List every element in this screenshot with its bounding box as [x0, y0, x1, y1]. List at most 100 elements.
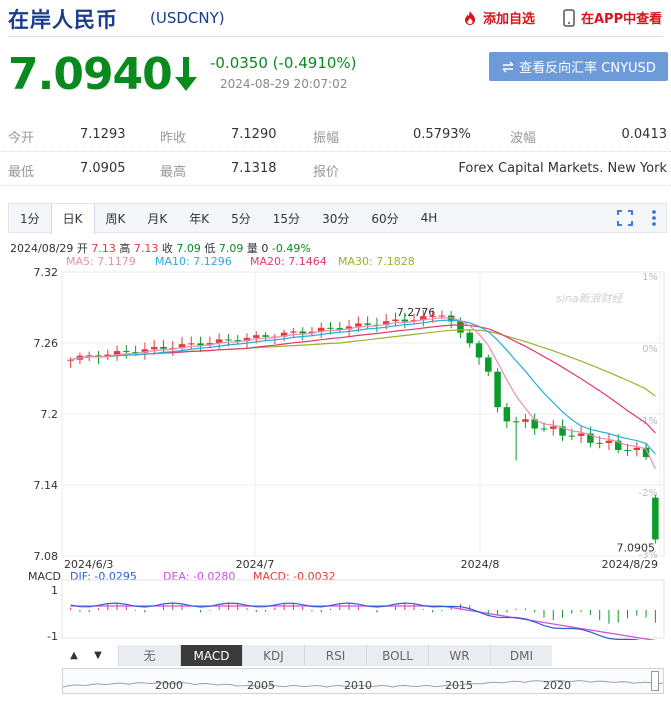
indicator-kdj[interactable]: KDJ [242, 645, 304, 666]
x-tick-label: 2024/6/3 [64, 558, 113, 571]
quote-time: 2024-08-29 20:07:02 [220, 77, 348, 91]
range-navigator[interactable]: 2000 2005 2010 2015 2020 [62, 668, 664, 694]
x-tick-label: 2024/7 [236, 558, 275, 571]
tab-weekly[interactable]: 周K [95, 204, 137, 233]
indicator-rsi[interactable]: RSI [304, 645, 366, 666]
sina-watermark: sina新浪财经 [556, 292, 623, 305]
candle-body [652, 497, 659, 540]
header-divider [8, 36, 663, 37]
candle-body [550, 426, 557, 429]
indicator-macd[interactable]: MACD [180, 645, 242, 666]
open-app-label: 在APP中查看 [581, 12, 663, 27]
stat-label-quote-source: 报价 [313, 165, 340, 180]
overview-year: 2000 [155, 679, 183, 692]
ma30-line [70, 329, 656, 397]
candle-body [438, 315, 446, 317]
scroll-up-button[interactable]: ▲ [62, 645, 86, 666]
open-label: 开 [76, 242, 88, 255]
low-value: 7.09 [218, 242, 244, 255]
tab-monthly[interactable]: 月K [136, 204, 178, 233]
header: 在岸人民币 (USDCNY) 添加自选 在APP中查看 [0, 0, 671, 36]
candle-body [512, 421, 520, 423]
macd-tick-label: 1 [51, 584, 58, 597]
candle-body [485, 357, 492, 372]
high-marker-label: 7.2776 [397, 306, 436, 319]
period-tabs: 1分 日K 周K 月K 年K 5分 15分 30分 60分 4H [8, 203, 667, 234]
indicator-dmi[interactable]: DMI [490, 645, 552, 666]
candle-body [364, 323, 371, 325]
indicator-boll[interactable]: BOLL [366, 645, 428, 666]
candle-body [466, 332, 473, 344]
candle-body [624, 449, 631, 451]
stat-value-open: 7.1293 [80, 127, 126, 142]
y-tick-label: 7.08 [34, 550, 59, 563]
kline-chart[interactable]: 7.327.267.27.147.081%0%-1%-2%-3%2024/6/3… [0, 260, 671, 640]
pct-tick-label: 0% [642, 344, 658, 355]
candle-body [392, 319, 399, 322]
pct-tick-label: 1% [642, 272, 658, 283]
dif-line [70, 602, 641, 640]
stat-value-amplitude: 0.5793% [413, 127, 471, 142]
page-title: 在岸人民币 [8, 8, 118, 32]
stats-row: 今开 7.1293 昨收 7.1290 振幅 0.5793% 波幅 0.0413 [0, 118, 671, 152]
indicator-bar: ▲ ▼ 无 MACD KDJ RSI BOLL WR DMI [62, 645, 664, 666]
swap-icon [502, 61, 514, 72]
tab-1min[interactable]: 1分 [9, 204, 51, 233]
candle-body [327, 327, 334, 329]
open-app-button[interactable]: 在APP中查看 [563, 8, 662, 27]
candle-body [188, 343, 195, 345]
add-favorite-button[interactable]: 添加自选 [462, 8, 535, 27]
tab-5min[interactable]: 5分 [220, 204, 262, 233]
candle-body [150, 347, 158, 350]
dea-line [70, 605, 656, 640]
candle-body [540, 428, 548, 430]
stat-label-low: 最低 [8, 165, 35, 180]
y-tick-label: 7.26 [34, 337, 59, 350]
x-tick-label: 2024/8 [461, 558, 500, 571]
close-value: 7.09 [176, 242, 201, 255]
tab-60min[interactable]: 60分 [360, 204, 409, 233]
range-handle[interactable] [651, 671, 659, 691]
tab-30min[interactable]: 30分 [311, 204, 360, 233]
stats-row: 最低 7.0905 最高 7.1318 报价 Forex Capital Mar… [0, 152, 671, 186]
pct-change: -0.49% [271, 242, 311, 255]
tab-15min[interactable]: 15分 [262, 204, 311, 233]
vol-value: 0 [261, 242, 269, 255]
indicator-none[interactable]: 无 [118, 645, 180, 666]
candle-body [494, 371, 501, 408]
overview-year: 2010 [344, 679, 372, 692]
phone-icon [563, 8, 575, 27]
symbol-code: (USDCNY) [150, 9, 225, 27]
current-price: 7.0940 [8, 49, 173, 100]
candle-body [503, 407, 511, 422]
tab-yearly[interactable]: 年K [178, 204, 220, 233]
reverse-rate-button[interactable]: 查看反向汇率 CNYUSD [489, 52, 668, 81]
candle-body [299, 331, 306, 334]
candle-body [475, 343, 483, 358]
tab-daily[interactable]: 日K [50, 203, 95, 234]
candle-body [197, 343, 204, 346]
candle-body [522, 419, 529, 422]
candle-body [85, 355, 93, 357]
add-favorite-label: 添加自选 [483, 12, 536, 27]
candle-body [568, 435, 576, 437]
scroll-down-button[interactable]: ▼ [86, 645, 110, 666]
candle-body [401, 319, 409, 322]
y-tick-label: 7.14 [34, 479, 59, 492]
tab-4h[interactable]: 4H [410, 204, 449, 233]
high-value: 7.13 [133, 242, 159, 255]
fullscreen-icon[interactable] [616, 209, 634, 227]
x-tick-label: 2024/8/29 [602, 558, 658, 571]
candle-body [577, 433, 585, 436]
y-tick-label: 7.32 [34, 266, 59, 279]
vol-label: 量 [246, 242, 258, 255]
candle-date: 2024/08/29 [10, 242, 74, 255]
reverse-rate-label: 查看反向汇率 CNYUSD [519, 61, 656, 76]
settings-icon[interactable] [648, 209, 660, 227]
flame-icon [465, 10, 475, 25]
candle-body [262, 335, 269, 337]
overview-year: 2005 [247, 679, 275, 692]
macd-tick-label: -1 [47, 630, 58, 640]
indicator-wr[interactable]: WR [428, 645, 490, 666]
high-label: 高 [119, 242, 131, 255]
